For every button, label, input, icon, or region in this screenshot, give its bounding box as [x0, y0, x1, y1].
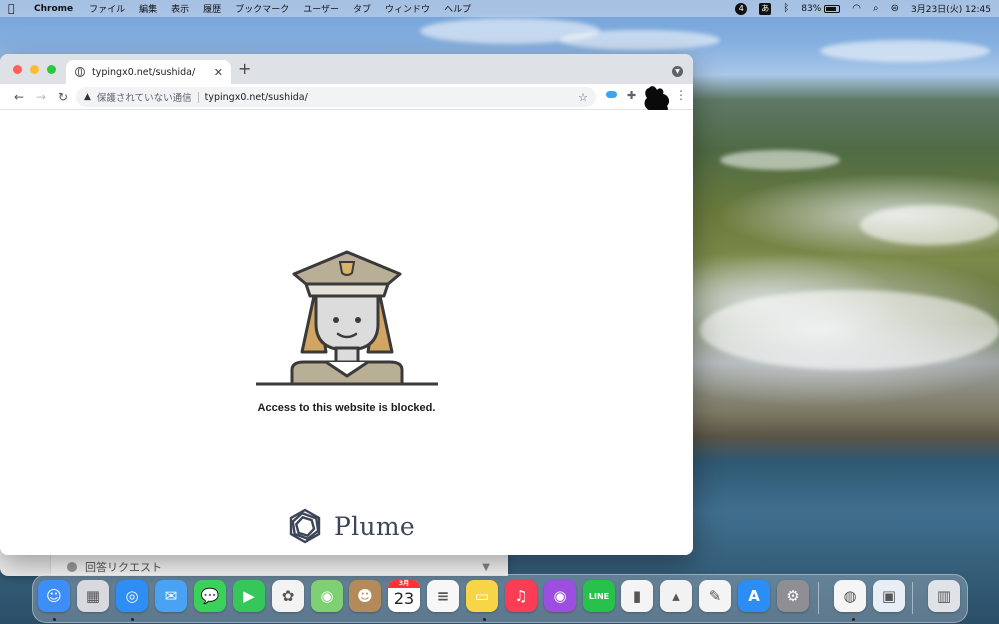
pages-icon[interactable]: ✎	[699, 580, 731, 612]
menu-help[interactable]: ヘルプ	[444, 2, 471, 15]
calendar-month: 3月	[388, 580, 420, 588]
battery-fill	[826, 6, 837, 11]
reload-button[interactable]: ↻	[52, 90, 74, 104]
menu-bookmarks[interactable]: ブックマーク	[235, 2, 289, 15]
keynote-icon[interactable]: ▴	[660, 580, 692, 612]
menu-window[interactable]: ウィンドウ	[385, 2, 430, 15]
menu-profiles[interactable]: ユーザー	[303, 2, 339, 15]
back-button[interactable]: ←	[8, 90, 30, 104]
forward-button[interactable]: →	[30, 90, 52, 104]
battery-percent: 83%	[801, 3, 822, 14]
security-label[interactable]: 保護されていない通信	[97, 90, 192, 104]
background-window-label[interactable]: 回答リクエスト	[85, 559, 162, 575]
spotlight-search-icon[interactable]: ⌕	[873, 3, 879, 14]
system-preferences-icon[interactable]: ⚙	[777, 580, 809, 612]
running-indicator	[53, 618, 56, 621]
menu-edit[interactable]: 編集	[139, 2, 157, 15]
tab-strip: typingx0.net/sushida/ ✕ + ▼	[0, 54, 693, 84]
calendar-day: 23	[393, 589, 415, 608]
apple-menu-icon[interactable]: 	[8, 2, 20, 15]
app-store-icon[interactable]: A	[738, 580, 770, 612]
tab-title: typingx0.net/sushida/	[92, 66, 196, 78]
window-controls	[13, 65, 56, 74]
plume-logo-icon	[289, 508, 321, 544]
chrome-icon[interactable]: ◍	[834, 580, 866, 612]
url-text[interactable]: typingx0.net/sushida/	[205, 92, 308, 103]
menu-app-name[interactable]: Chrome	[34, 4, 73, 14]
podcasts-icon[interactable]: ◉	[544, 580, 576, 612]
security-guard-illustration	[256, 250, 438, 386]
status-badge-icon[interactable]: 4	[735, 2, 748, 15]
bluetooth-off-icon[interactable]: ᛒ	[783, 3, 789, 14]
browser-toolbar: ← → ↻ ▲ 保護されていない通信 typingx0.net/sushida/…	[0, 84, 693, 116]
menu-bar:  Chrome ファイル 編集 表示 履歴 ブックマーク ユーザー タブ ウィ…	[0, 0, 999, 17]
control-center-icon[interactable]: ⊜	[891, 3, 899, 14]
finder-icon[interactable]: ☺	[38, 580, 70, 612]
zoom-window-button[interactable]	[47, 65, 56, 74]
extensions-puzzle-icon[interactable]: ✚	[627, 89, 636, 102]
tab-active[interactable]: typingx0.net/sushida/ ✕	[66, 60, 231, 84]
messages-icon[interactable]: 💬	[194, 580, 226, 612]
blocked-message: Access to this website is blocked.	[257, 402, 436, 414]
globe-icon	[75, 67, 85, 77]
dock-separator	[912, 582, 913, 614]
dock: ☺ ▦ ◎ ✉ 💬 ▶ ✿ ◉ ☻ 3月 23 ≡ ▭ ♫ ◉ LINE ▮ ▴ ✎ A ⚙ ◍ ▣ ▥	[32, 574, 968, 623]
minimize-window-button[interactable]	[30, 65, 39, 74]
warning-icon[interactable]: ▲	[84, 92, 91, 102]
contacts-icon[interactable]: ☻	[349, 580, 381, 612]
running-indicator	[131, 618, 134, 621]
launchpad-icon[interactable]: ▦	[77, 580, 109, 612]
address-divider	[197, 91, 199, 103]
bookmark-star-icon[interactable]: ☆	[578, 91, 588, 104]
music-icon[interactable]: ♫	[505, 580, 537, 612]
new-tab-button[interactable]: +	[238, 61, 251, 77]
battery-status[interactable]: 83%	[801, 3, 841, 14]
tab-search-icon[interactable]: ▼	[672, 66, 683, 77]
line-icon[interactable]: LINE	[583, 580, 615, 612]
numbers-icon[interactable]: ▮	[621, 580, 653, 612]
menu-history[interactable]: 履歴	[203, 2, 221, 15]
address-bar[interactable]: ▲ 保護されていない通信 typingx0.net/sushida/ ☆	[76, 87, 596, 107]
wifi-icon[interactable]: ◠	[852, 3, 861, 14]
plume-brand-name: Plume	[334, 511, 415, 541]
calendar-icon[interactable]: 3月 23	[388, 580, 420, 612]
chevron-down-icon[interactable]: ▼	[482, 562, 490, 573]
blocked-page: Access to this website is blocked. Plume	[0, 110, 693, 555]
trash-icon[interactable]: ▥	[928, 580, 960, 612]
mail-icon[interactable]: ✉	[155, 580, 187, 612]
person-icon	[67, 562, 77, 572]
more-menu-icon[interactable]: ⋮	[675, 89, 687, 101]
menu-clock[interactable]: 3月23日(火) 12:45	[911, 2, 991, 15]
cloud-extension-icon[interactable]	[606, 91, 617, 98]
menu-file[interactable]: ファイル	[89, 2, 125, 15]
battery-icon	[824, 4, 841, 13]
plume-logo: Plume	[286, 507, 415, 545]
photos-icon[interactable]: ✿	[272, 580, 304, 612]
reminders-icon[interactable]: ≡	[427, 580, 459, 612]
input-method-icon[interactable]: あ	[759, 2, 772, 15]
close-window-button[interactable]	[13, 65, 22, 74]
maps-icon[interactable]: ◉	[311, 580, 343, 612]
browser-window: typingx0.net/sushida/ ✕ + ▼ ← → ↻ ▲ 保護され…	[0, 54, 693, 555]
running-indicator	[852, 618, 855, 621]
running-indicator	[483, 618, 486, 621]
preview-icon[interactable]: ▣	[873, 580, 905, 612]
menu-tab[interactable]: タブ	[353, 2, 371, 15]
safari-icon[interactable]: ◎	[116, 580, 148, 612]
dock-separator	[818, 582, 819, 614]
facetime-icon[interactable]: ▶	[233, 580, 265, 612]
notes-icon[interactable]: ▭	[466, 580, 498, 612]
close-tab-icon[interactable]: ✕	[214, 66, 223, 79]
menu-view[interactable]: 表示	[171, 2, 189, 15]
